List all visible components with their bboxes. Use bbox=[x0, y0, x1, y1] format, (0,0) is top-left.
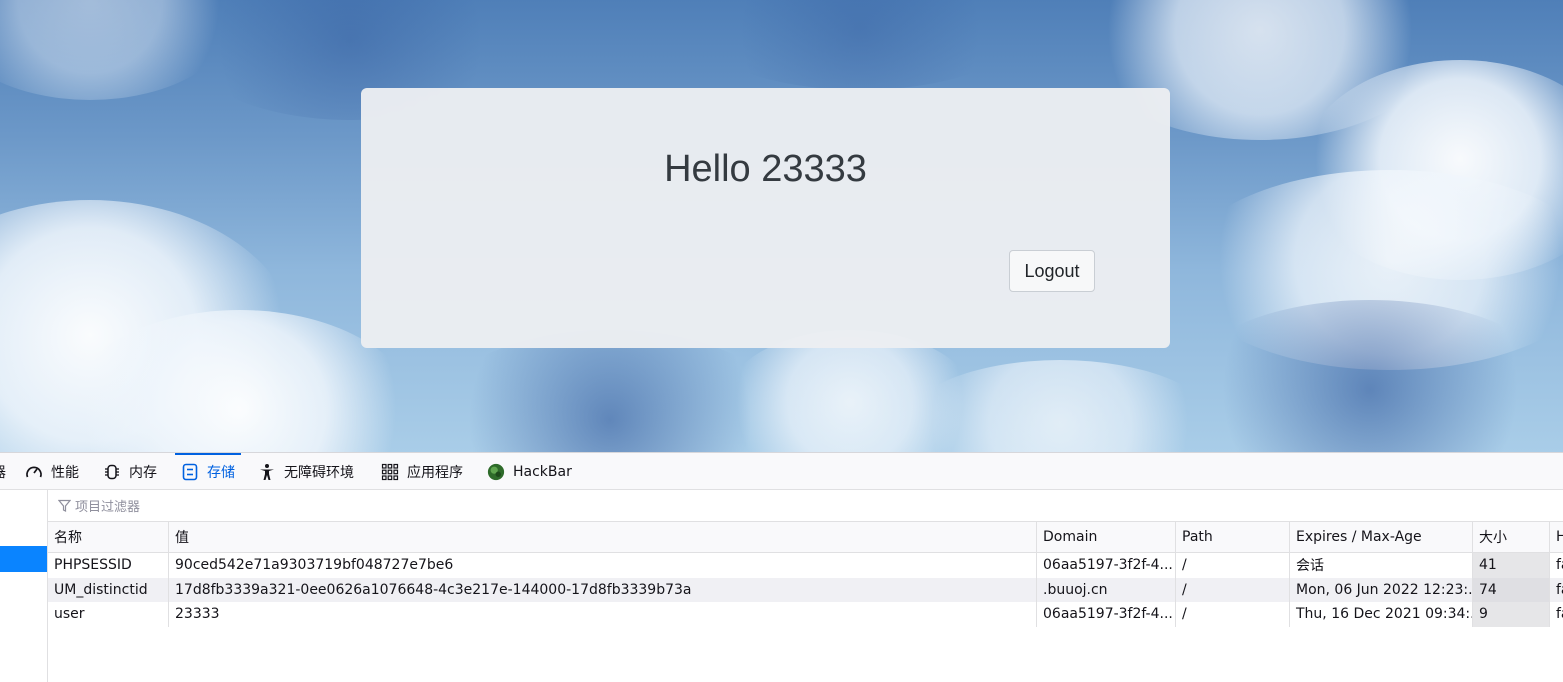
cell-domain: 06aa5197-3f2f-4... bbox=[1036, 553, 1175, 578]
tab-hackbar[interactable]: HackBar bbox=[487, 453, 572, 490]
filter-bar[interactable]: 项目过滤器 bbox=[48, 490, 1563, 522]
cookies-table: 名称 值 Domain Path Expires / Max-Age 大小 H … bbox=[48, 522, 1563, 682]
storage-sidebar bbox=[0, 490, 48, 682]
cell-httponly: fa bbox=[1549, 577, 1563, 602]
storage-icon bbox=[181, 463, 199, 481]
devtools-tabbar: 器 性能 内存 存储 无障碍环境 bbox=[0, 453, 1563, 490]
column-header[interactable]: 值 bbox=[168, 522, 1036, 552]
cell-value: 17d8fb3339a321-0ee0626a1076648-4c3e217e-… bbox=[168, 577, 1036, 602]
tab-storage[interactable]: 存储 bbox=[175, 453, 241, 490]
tab-truncated[interactable]: 器 bbox=[0, 453, 6, 490]
cell-expires: Thu, 16 Dec 2021 09:34:... bbox=[1289, 602, 1472, 627]
tab-label: HackBar bbox=[513, 463, 572, 480]
welcome-card: Hello 23333 Logout bbox=[361, 88, 1170, 348]
cell-path: / bbox=[1175, 577, 1289, 602]
grid-icon bbox=[381, 463, 399, 481]
sidebar-selected-item[interactable] bbox=[0, 546, 47, 572]
tab-accessibility[interactable]: 无障碍环境 bbox=[258, 453, 354, 490]
gauge-icon bbox=[25, 463, 43, 481]
cell-value: 90ced542e71a9303719bf048727e7be6 bbox=[168, 553, 1036, 578]
tab-application[interactable]: 应用程序 bbox=[381, 453, 463, 490]
memory-chip-icon bbox=[103, 463, 121, 481]
cell-name: PHPSESSID bbox=[54, 557, 132, 574]
tab-label: 内存 bbox=[129, 464, 157, 481]
column-header[interactable]: H bbox=[1549, 522, 1563, 552]
cell-httponly: fa bbox=[1549, 553, 1563, 578]
cell-expires: Mon, 06 Jun 2022 12:23:... bbox=[1289, 577, 1472, 602]
cell-name: UM_distinctid bbox=[54, 581, 148, 598]
cell-size: 74 bbox=[1472, 577, 1549, 602]
cell-domain: .buuoj.cn bbox=[1036, 577, 1175, 602]
tab-performance[interactable]: 性能 bbox=[25, 453, 79, 490]
cell-size: 9 bbox=[1472, 602, 1549, 627]
table-row[interactable]: UM_distinctid 17d8fb3339a321-0ee0626a107… bbox=[48, 577, 1563, 602]
hackbar-icon bbox=[487, 463, 505, 481]
tab-label: 存储 bbox=[207, 464, 235, 481]
logout-button[interactable]: Logout bbox=[1009, 250, 1095, 292]
cloud-shadow-decoration bbox=[430, 330, 790, 452]
column-header[interactable]: Path bbox=[1175, 522, 1289, 552]
cell-path: / bbox=[1175, 602, 1289, 627]
page-viewport: Hello 23333 Logout bbox=[0, 0, 1563, 452]
filter-icon bbox=[58, 499, 71, 512]
table-row[interactable]: user 23333 06aa5197-3f2f-4... / Thu, 16 … bbox=[48, 602, 1563, 627]
filter-input[interactable]: 项目过滤器 bbox=[75, 496, 140, 515]
devtools-panel: 器 性能 内存 存储 无障碍环境 bbox=[0, 452, 1563, 682]
cloud-shadow-decoration bbox=[700, 0, 1020, 90]
cell-value: 23333 bbox=[168, 602, 1036, 627]
tab-label: 应用程序 bbox=[407, 464, 463, 481]
tab-label: 性能 bbox=[51, 464, 79, 481]
cell-httponly: fa bbox=[1549, 602, 1563, 627]
cell-domain: 06aa5197-3f2f-4... bbox=[1036, 602, 1175, 627]
greeting-text: Hello 23333 bbox=[664, 148, 867, 190]
column-header[interactable]: Expires / Max-Age bbox=[1289, 522, 1472, 552]
tab-memory[interactable]: 内存 bbox=[103, 453, 157, 490]
table-header: 名称 值 Domain Path Expires / Max-Age 大小 H bbox=[48, 522, 1563, 553]
column-header[interactable]: Domain bbox=[1036, 522, 1175, 552]
accessibility-icon bbox=[258, 463, 276, 481]
cell-path: / bbox=[1175, 553, 1289, 578]
cell-size: 41 bbox=[1472, 553, 1549, 578]
table-row[interactable]: PHPSESSID 90ced542e71a9303719bf048727e7b… bbox=[48, 553, 1563, 578]
cell-expires: 会话 bbox=[1289, 553, 1472, 578]
tab-label: 无障碍环境 bbox=[284, 464, 354, 481]
tab-label: 器 bbox=[0, 462, 6, 482]
cell-name: user bbox=[54, 606, 85, 623]
column-header[interactable]: 大小 bbox=[1472, 522, 1549, 552]
column-header[interactable]: 名称 bbox=[48, 522, 168, 552]
